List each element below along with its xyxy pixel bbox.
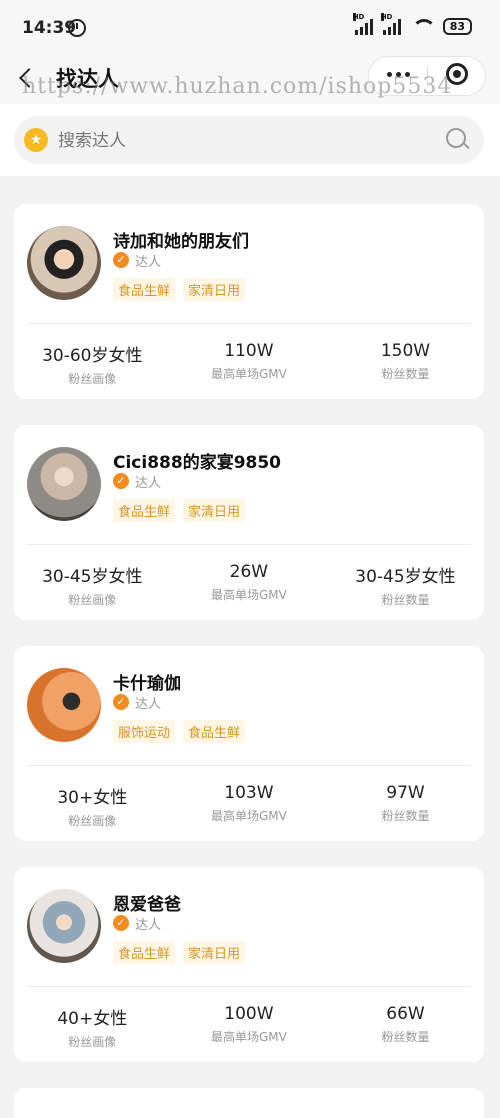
category-tag: 食品生鲜 [183, 720, 246, 743]
category-tags: 服饰运动 食品生鲜 [113, 720, 246, 743]
avatar [27, 447, 101, 521]
stat-label: 粉丝数量 [381, 1030, 430, 1044]
category-tags: 食品生鲜 家清日用 [113, 499, 246, 522]
verified-icon: ✓ [113, 915, 129, 931]
stat-value: 40+女性 [57, 1009, 128, 1029]
stat-fan-profile: 30-60岁女性 粉丝画像 [14, 341, 171, 387]
stat-fan-count: 30-45岁女性 粉丝数量 [327, 562, 484, 608]
category-tag: 服饰运动 [113, 720, 176, 743]
stat-value: 30-45岁女性 [42, 567, 143, 587]
influencer-name: 卡什瑜伽 [113, 674, 181, 694]
stat-value: 150W [380, 341, 431, 361]
battery-icon: 83 [442, 18, 472, 35]
stat-max-gmv: 110W 最高单场GMV [171, 341, 328, 387]
role-label: 达人 [135, 918, 162, 933]
status-bar: 14:39 HD HD 83 [0, 0, 500, 56]
category-tags: 食品生鲜 家清日用 [113, 941, 246, 964]
stat-fan-profile: 30+女性 粉丝画像 [14, 783, 171, 829]
mini-program-capsule [368, 56, 486, 96]
influencer-list: 诗加和她的朋友们 ✓ 达人 食品生鲜 家清日用 30-60岁女性 粉丝画像 11… [14, 204, 484, 1088]
divider [27, 323, 471, 324]
influencer-card[interactable]: Cici888的家宴9850 ✓ 达人 食品生鲜 家清日用 30-45岁女性 粉… [14, 425, 484, 620]
stat-fan-count: 150W 粉丝数量 [327, 341, 484, 387]
wifi-icon [411, 18, 436, 35]
hd-label: HD [352, 12, 365, 21]
stat-label: 最高单场GMV [210, 588, 287, 602]
back-icon[interactable] [19, 68, 39, 88]
stat-value: 97W [386, 783, 425, 803]
stat-fan-profile: 40+女性 粉丝画像 [14, 1004, 171, 1050]
influencer-name: 恩爱爸爸 [113, 895, 181, 915]
stat-value: 30-60岁女性 [42, 346, 143, 366]
stat-label: 最高单场GMV [210, 809, 287, 823]
signal-icon-2: HD [380, 12, 401, 35]
close-target-icon[interactable] [446, 63, 468, 85]
hd-label-2: HD [380, 12, 393, 21]
divider [27, 544, 471, 545]
influencer-card-partial[interactable] [14, 1088, 484, 1118]
status-icons: HD HD 83 [352, 12, 472, 35]
search-input[interactable] [56, 126, 430, 156]
stat-max-gmv: 100W 最高单场GMV [171, 1004, 328, 1050]
category-tag: 家清日用 [183, 941, 246, 964]
stat-label: 粉丝画像 [68, 814, 117, 828]
avatar [27, 889, 101, 963]
stats-row: 30-60岁女性 粉丝画像 110W 最高单场GMV 150W 粉丝数量 [14, 341, 484, 387]
stat-label: 粉丝数量 [381, 367, 430, 381]
avatar [27, 668, 101, 742]
stat-value: 30-45岁女性 [355, 567, 456, 587]
stat-fan-count: 97W 粉丝数量 [327, 783, 484, 829]
stat-value: 103W [224, 783, 274, 803]
stats-row: 30-45岁女性 粉丝画像 26W 最高单场GMV 30-45岁女性 粉丝数量 [14, 562, 484, 608]
stat-fan-count: 66W 粉丝数量 [327, 1004, 484, 1050]
stat-label: 粉丝数量 [381, 593, 430, 607]
verified-icon: ✓ [113, 694, 129, 710]
verified-icon: ✓ [113, 473, 129, 489]
stat-label: 粉丝数量 [381, 809, 430, 823]
more-icon[interactable] [387, 72, 410, 77]
nav-bar: 找达人 [0, 56, 500, 104]
stat-fan-profile: 30-45岁女性 粉丝画像 [14, 562, 171, 608]
star-badge-icon: ★ [24, 128, 48, 152]
category-tags: 食品生鲜 家清日用 [113, 278, 246, 301]
stat-max-gmv: 103W 最高单场GMV [171, 783, 328, 829]
category-tag: 食品生鲜 [113, 499, 176, 522]
influencer-card[interactable]: 卡什瑜伽 ✓ 达人 服饰运动 食品生鲜 30+女性 粉丝画像 103W 最高单场… [14, 646, 484, 841]
influencer-name: 诗加和她的朋友们 [113, 232, 249, 252]
stat-label: 最高单场GMV [210, 1030, 287, 1044]
avatar [27, 226, 101, 300]
stat-label: 粉丝画像 [68, 1035, 117, 1049]
influencer-card[interactable]: 诗加和她的朋友们 ✓ 达人 食品生鲜 家清日用 30-60岁女性 粉丝画像 11… [14, 204, 484, 399]
stat-label: 粉丝画像 [68, 372, 117, 386]
influencer-card[interactable]: 恩爱爸爸 ✓ 达人 食品生鲜 家清日用 40+女性 粉丝画像 100W 最高单场… [14, 867, 484, 1062]
divider [27, 986, 471, 987]
category-tag: 食品生鲜 [113, 941, 176, 964]
alarm-icon [68, 19, 86, 37]
stat-label: 粉丝画像 [68, 593, 117, 607]
verified-icon: ✓ [113, 252, 129, 268]
influencer-name: Cici888的家宴9850 [113, 453, 282, 473]
stat-label: 最高单场GMV [210, 367, 287, 381]
stat-max-gmv: 26W 最高单场GMV [171, 562, 328, 608]
signal-icon: HD [352, 12, 373, 35]
role-label: 达人 [135, 476, 162, 491]
category-tag: 家清日用 [183, 278, 246, 301]
stat-value: 26W [229, 562, 269, 582]
stat-value: 30+女性 [57, 788, 128, 808]
stat-value: 100W [224, 1004, 274, 1024]
capsule-divider [427, 66, 428, 86]
search-area: ★ [0, 104, 500, 176]
search-icon[interactable] [446, 128, 466, 148]
role-label: 达人 [135, 255, 162, 270]
stat-value: 110W [224, 341, 274, 361]
stat-value: 66W [386, 1004, 425, 1024]
page-title: 找达人 [56, 67, 119, 91]
role-label: 达人 [135, 697, 162, 712]
stats-row: 30+女性 粉丝画像 103W 最高单场GMV 97W 粉丝数量 [14, 783, 484, 829]
stats-row: 40+女性 粉丝画像 100W 最高单场GMV 66W 粉丝数量 [14, 1004, 484, 1050]
category-tag: 食品生鲜 [113, 278, 176, 301]
divider [27, 765, 471, 766]
category-tag: 家清日用 [183, 499, 246, 522]
search-bar[interactable]: ★ [14, 116, 484, 164]
